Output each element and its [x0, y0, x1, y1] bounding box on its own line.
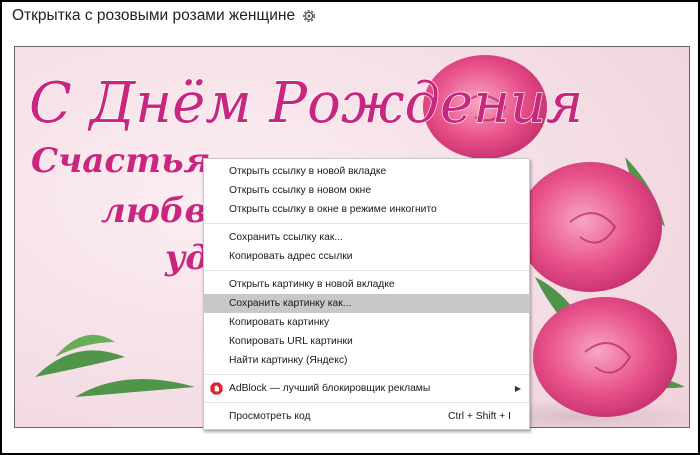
menu-copy-image-url[interactable]: Копировать URL картинки: [204, 332, 529, 351]
submenu-arrow-icon: ▶: [514, 384, 521, 393]
menu-item-label: Копировать адрес ссылки: [229, 251, 353, 262]
menu-item-label: Копировать URL картинки: [229, 336, 353, 347]
menu-separator: [204, 374, 529, 375]
menu-save-link-as[interactable]: Сохранить ссылку как...: [204, 228, 529, 247]
menu-item-label: Копировать картинку: [229, 317, 330, 328]
gear-icon[interactable]: [301, 8, 317, 24]
menu-item-label: Открыть ссылку в новом окне: [229, 185, 372, 196]
menu-open-link-new-tab[interactable]: Открыть ссылку в новой вкладке: [204, 162, 529, 181]
menu-adblock[interactable]: AdBlock — лучший блокировщик рекламы ▶: [204, 379, 529, 398]
menu-item-label: Открыть ссылку в новой вкладке: [229, 166, 387, 177]
card-line1: Счастья: [31, 141, 211, 181]
menu-copy-link-address[interactable]: Копировать адрес ссылки: [204, 247, 529, 266]
menu-inspect[interactable]: Просмотреть код Ctrl + Shift + I: [204, 407, 529, 426]
card-line2: любв: [101, 191, 207, 231]
menu-separator: [204, 223, 529, 224]
card-headline: С Днём Рождения: [29, 71, 583, 136]
menu-separator: [204, 270, 529, 271]
menu-item-label: Сохранить картинку как...: [229, 298, 352, 309]
menu-open-image-new-tab[interactable]: Открыть картинку в новой вкладке: [204, 275, 529, 294]
adblock-icon: [210, 382, 223, 395]
menu-open-link-incognito[interactable]: Открыть ссылку в окне в режиме инкогнито: [204, 200, 529, 219]
page-title: Открытка с розовыми розами женщине: [12, 7, 296, 24]
menu-copy-image[interactable]: Копировать картинку: [204, 313, 529, 332]
menu-item-label: AdBlock — лучший блокировщик рекламы: [229, 383, 431, 394]
menu-item-label: Открыть ссылку в окне в режиме инкогнито: [229, 204, 437, 215]
menu-item-label: Открыть картинку в новой вкладке: [229, 279, 395, 290]
menu-item-label: Найти картинку (Яндекс): [229, 355, 348, 366]
page-title-row: Открытка с розовыми розами женщине: [12, 7, 317, 25]
menu-search-image-yandex[interactable]: Найти картинку (Яндекс): [204, 351, 529, 370]
menu-save-image-as[interactable]: Сохранить картинку как...: [204, 294, 529, 313]
menu-item-label: Сохранить ссылку как...: [229, 232, 343, 243]
menu-separator: [204, 402, 529, 403]
menu-item-label: Просмотреть код: [229, 411, 311, 422]
context-menu: Открыть ссылку в новой вкладке Открыть с…: [203, 158, 530, 430]
menu-shortcut: Ctrl + Shift + I: [448, 411, 511, 422]
menu-open-link-new-window[interactable]: Открыть ссылку в новом окне: [204, 181, 529, 200]
